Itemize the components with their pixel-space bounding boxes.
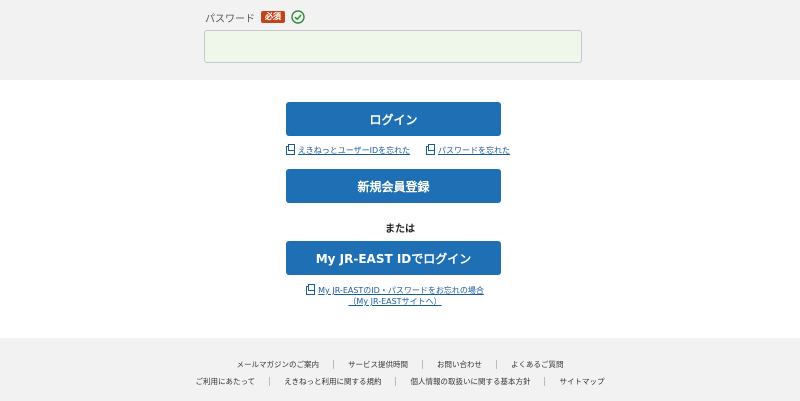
or-separator: または — [385, 224, 415, 235]
forgot-password-label: パスワードを忘れた — [438, 146, 510, 155]
footer-link-contact[interactable]: お問い合わせ — [423, 360, 497, 369]
footer-link-terms-of-use[interactable]: ご利用にあたって — [182, 377, 271, 386]
forgot-user-id-link[interactable]: えきねっとユーザーIDを忘れた — [286, 144, 411, 156]
register-button[interactable]: 新規会員登録 — [286, 169, 501, 203]
password-label-row: パスワード 必須 — [205, 8, 305, 26]
jreast-forgot-line2[interactable]: （My JR-EASTサイトへ） — [300, 296, 490, 307]
jreast-login-button[interactable]: My JR-EAST IDでログイン — [286, 241, 501, 275]
jreast-forgot-label: My JR-EASTのID・パスワードをお忘れの場合 — [318, 286, 484, 295]
forgot-user-id-label: えきねっとユーザーIDを忘れた — [298, 146, 411, 155]
footer-link-rules[interactable]: えきねっと利用に関する規約 — [270, 377, 397, 386]
password-input[interactable] — [204, 30, 582, 63]
footer-link-mail-magazine[interactable]: メールマガジンのご案内 — [223, 360, 334, 369]
jreast-forgot-link[interactable]: My JR-EASTのID・パスワードをお忘れの場合 （My JR-EASTサイ… — [300, 284, 490, 307]
jreast-forgot-line1[interactable]: My JR-EASTのID・パスワードをお忘れの場合 — [300, 284, 490, 296]
required-badge: 必須 — [261, 11, 285, 23]
login-button[interactable]: ログイン — [286, 102, 501, 136]
password-label: パスワード — [205, 13, 255, 25]
forgot-password-link[interactable]: パスワードを忘れた — [426, 144, 510, 156]
footer-link-privacy-policy[interactable]: 個人情報の取扱いに関する基本方針 — [396, 377, 546, 386]
footer-row-1: メールマガジンのご案内 サービス提供時間 お問い合わせ よくあるご質問 — [0, 360, 800, 369]
footer-link-faq[interactable]: よくあるご質問 — [497, 360, 578, 369]
footer: メールマガジンのご案内 サービス提供時間 お問い合わせ よくあるご質問 ご利用に… — [0, 338, 800, 401]
check-circle-icon — [291, 10, 305, 24]
external-window-icon — [306, 284, 316, 295]
external-window-icon — [426, 144, 435, 155]
footer-row-2: ご利用にあたって えきねっと利用に関する規約 個人情報の取扱いに関する基本方針 … — [0, 377, 800, 386]
footer-link-service-hours[interactable]: サービス提供時間 — [334, 360, 423, 369]
footer-link-sitemap[interactable]: サイトマップ — [545, 377, 618, 386]
external-window-icon — [286, 144, 295, 155]
